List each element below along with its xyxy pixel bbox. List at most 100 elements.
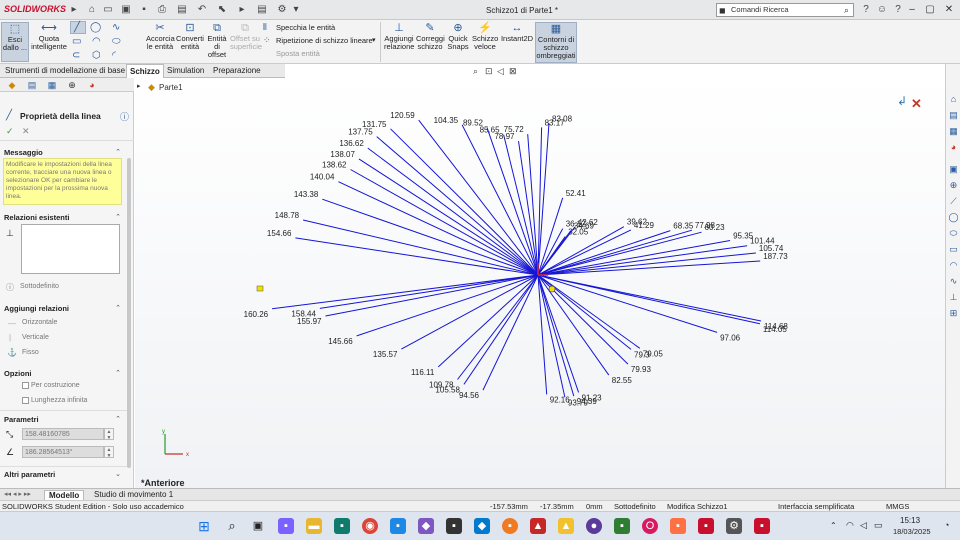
convert-entities-button[interactable]: ⊡ Converti entità: [176, 22, 204, 51]
help-icon[interactable]: ⓘ: [120, 110, 129, 123]
dimension-label[interactable]: 75.72: [504, 125, 525, 134]
dimension-label[interactable]: 145.66: [328, 337, 353, 346]
dimension-label[interactable]: 116.11: [411, 368, 435, 377]
dimension-label[interactable]: 160.26: [244, 310, 269, 319]
help-icon[interactable]: ?: [860, 4, 872, 16]
save-icon[interactable]: ▪: [138, 4, 150, 16]
sketch-line[interactable]: [390, 128, 539, 276]
existing-relations-list[interactable]: [21, 224, 120, 274]
sketch-tool-icon-2[interactable]: ⊕: [948, 180, 959, 191]
cancel-corner-icon[interactable]: ✕: [911, 96, 922, 112]
sketch-line[interactable]: [272, 274, 539, 310]
app-icon-8[interactable]: ▪: [670, 518, 686, 534]
section-messaggio[interactable]: Messaggio: [4, 148, 43, 157]
dimension-label[interactable]: 137.75: [348, 128, 373, 137]
vscode-icon[interactable]: ◆: [474, 518, 490, 534]
dimension-label[interactable]: 104.35: [434, 116, 459, 125]
length-spinner[interactable]: ▲ ▼: [104, 428, 114, 441]
fillet-icon[interactable]: ◜: [112, 50, 116, 61]
volume-icon[interactable]: ◁: [860, 520, 867, 531]
dimension-label[interactable]: 60.23: [705, 223, 726, 232]
sketch-tool-icon-1[interactable]: ▣: [948, 164, 959, 175]
settings-icon[interactable]: ⚙: [726, 518, 742, 534]
sketch-line[interactable]: [350, 169, 539, 276]
quick-snaps-button[interactable]: ⊕ Quick Snaps: [447, 22, 469, 51]
sketch-tool-icon-6[interactable]: ▭: [948, 244, 959, 255]
tab-simulation[interactable]: Simulation: [164, 64, 207, 78]
dimension-label[interactable]: 68.35: [673, 222, 694, 231]
sketch-line[interactable]: [537, 229, 693, 276]
relation-fisso[interactable]: Fisso: [22, 349, 39, 356]
appearances-icon[interactable]: ◕: [948, 142, 959, 153]
collapse-chevron-icon[interactable]: ⌃: [115, 148, 121, 156]
sketch-line[interactable]: [537, 260, 761, 276]
rebuild-icon[interactable]: ▸: [236, 4, 248, 16]
print-icon[interactable]: ⎙: [156, 4, 168, 16]
collapse-chevron-icon[interactable]: ⌃: [115, 369, 121, 377]
interface-mode[interactable]: Interfaccia semplificata: [778, 502, 854, 511]
sketch-line[interactable]: [358, 158, 539, 276]
sketch-line[interactable]: [537, 240, 731, 276]
solidworks-taskbar-icon-2[interactable]: ▪: [754, 518, 770, 534]
battery-icon[interactable]: ▭: [874, 520, 883, 531]
dimension-label[interactable]: 138.62: [322, 161, 347, 170]
dimension-label[interactable]: 109.78: [429, 381, 454, 390]
add-relation-button[interactable]: ⊥ Aggiungi relazione: [384, 22, 414, 51]
spline-icon[interactable]: ∿: [112, 22, 120, 33]
tab-studio-movimento[interactable]: Studio di movimento 1: [94, 490, 173, 499]
minimize-button[interactable]: –: [904, 3, 920, 17]
acrobat-icon[interactable]: ▲: [530, 518, 546, 534]
select-icon[interactable]: ⬉: [216, 4, 228, 16]
tab-modellazione[interactable]: Strumenti di modellazione di base: [2, 64, 128, 78]
tab-preparazione-analisi[interactable]: Preparazione analisi: [210, 64, 285, 89]
home-icon[interactable]: ⌂: [86, 4, 98, 16]
relation-verticale[interactable]: Verticale: [22, 334, 49, 341]
sketch-line[interactable]: [457, 274, 539, 380]
arrow-icon[interactable]: ▸: [68, 4, 80, 16]
line-tool-button[interactable]: ╱: [70, 21, 86, 34]
infinite-length-checkbox[interactable]: [22, 397, 29, 404]
dimension-label[interactable]: 138.07: [330, 150, 355, 159]
collapse-chevron-icon[interactable]: ⌃: [115, 415, 121, 423]
linear-pattern-button[interactable]: Ripetizione di schizzo lineare: [262, 36, 373, 45]
section-view-icon[interactable]: ⊠: [509, 66, 517, 77]
app-icon-2[interactable]: ▪: [390, 518, 406, 534]
sketch-line[interactable]: [537, 274, 718, 333]
sketch-line[interactable]: [367, 147, 539, 276]
file-explorer-icon[interactable]: ▦: [948, 126, 959, 137]
sketch-line[interactable]: [338, 181, 539, 276]
design-library-icon[interactable]: ▤: [948, 110, 959, 121]
dimension-label[interactable]: 148.78: [275, 211, 300, 220]
undo-icon[interactable]: ↶: [196, 4, 208, 16]
help-circle-icon[interactable]: ?: [892, 4, 904, 16]
dimension-label[interactable]: 135.57: [373, 350, 398, 359]
mirror-entities-button[interactable]: Specchia le entità: [276, 23, 335, 32]
solidworks-taskbar-icon[interactable]: ▪: [698, 518, 714, 534]
clock-time[interactable]: 15:13: [900, 516, 920, 525]
dimension-label[interactable]: 92.16: [550, 395, 571, 404]
section-relazioni-esistenti[interactable]: Relazioni esistenti: [4, 213, 69, 222]
sketch-tool-icon-8[interactable]: ∿: [948, 276, 959, 287]
zoom-area-icon[interactable]: ⊡: [485, 66, 493, 77]
sketch-line[interactable]: [463, 274, 539, 385]
sketch-line[interactable]: [302, 219, 539, 276]
sketch-line[interactable]: [537, 245, 748, 276]
angle-field[interactable]: 186.28564513°: [22, 446, 104, 458]
new-file-icon[interactable]: ▭: [102, 4, 114, 16]
file-explorer-icon[interactable]: ▬: [306, 518, 322, 534]
rectangle-icon[interactable]: ▭: [72, 36, 81, 47]
expand-chevron-icon[interactable]: ⌄: [115, 470, 121, 478]
dropdown-chevron-icon[interactable]: ▾: [290, 4, 302, 16]
sketch-line[interactable]: [537, 226, 576, 276]
config-manager-icon[interactable]: ▦: [46, 80, 58, 90]
dimension-label[interactable]: 83.08: [552, 114, 573, 123]
search-input[interactable]: ◼ Comandi Ricerca ⌕: [716, 3, 854, 17]
rapid-sketch-button[interactable]: ⚡ Schizzo veloce: [472, 22, 498, 51]
teams-icon[interactable]: ▪: [278, 518, 294, 534]
maximize-button[interactable]: ▢: [922, 3, 938, 17]
dimension-label[interactable]: 187.73: [763, 252, 788, 261]
dimxpert-icon[interactable]: ⊕: [66, 80, 78, 90]
sketch-line[interactable]: [356, 274, 539, 337]
graphics-area[interactable]: ◆ Parte1 ▸ 52.41 36.12 32.05 34.69 42.62 39.6…: [135, 66, 945, 488]
polygon-icon[interactable]: ⬡: [92, 50, 101, 61]
